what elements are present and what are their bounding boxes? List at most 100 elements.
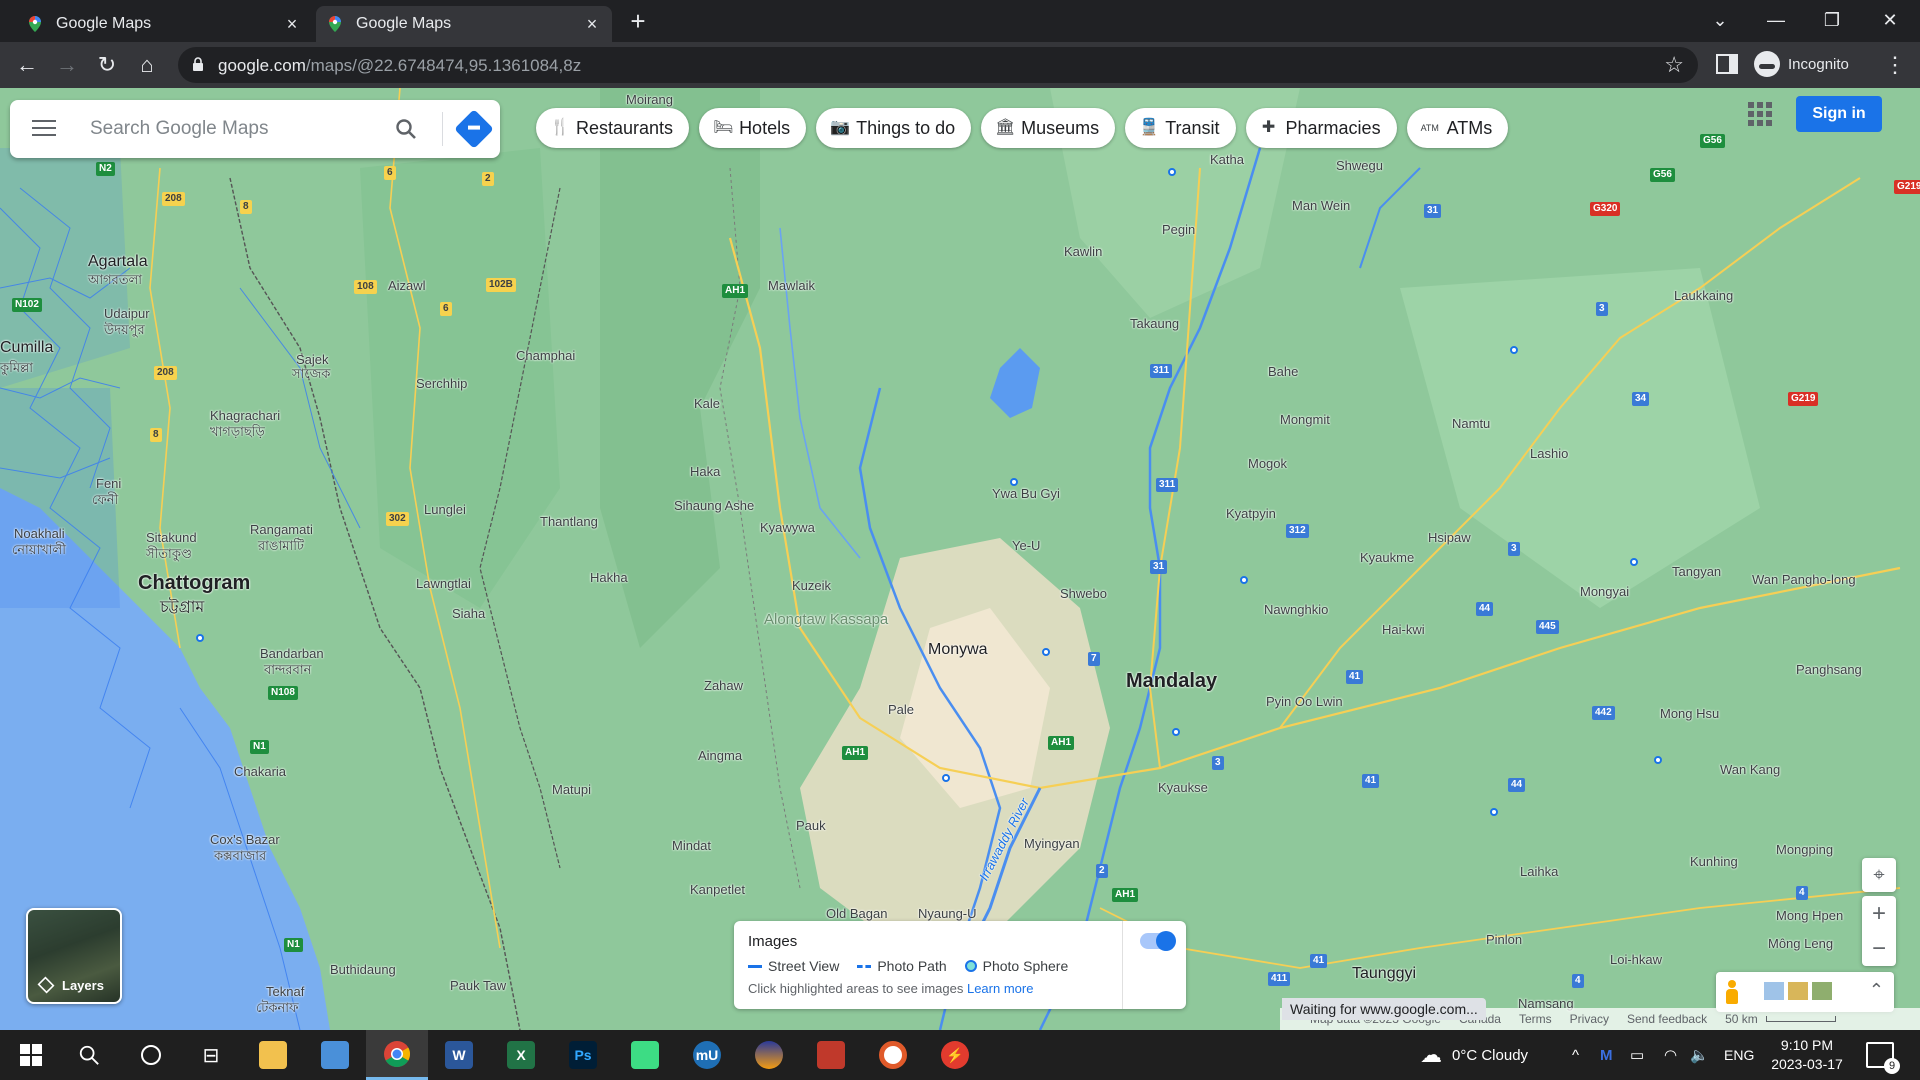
thumbnail[interactable] [1812, 982, 1832, 1000]
close-tab-icon[interactable]: × [582, 14, 602, 34]
place-label[interactable]: চট্টগ্রাম [160, 600, 204, 616]
app-tray-icon[interactable]: M [1600, 1030, 1613, 1080]
excel-taskbar-icon[interactable]: X [490, 1030, 552, 1080]
back-arrow-icon[interactable]: ← [12, 50, 42, 80]
close-tab-icon[interactable]: × [282, 14, 302, 34]
input-language[interactable]: ENG [1724, 1030, 1754, 1080]
incognito-profile[interactable]: Incognito [1754, 48, 1849, 80]
place-label[interactable]: নোয়াখালী [12, 542, 66, 557]
learn-more-link[interactable]: Learn more [967, 981, 1033, 996]
photo-sphere-marker[interactable] [1172, 728, 1180, 736]
layers-button[interactable]: Layers [26, 908, 122, 1004]
thumbnail[interactable] [1788, 982, 1808, 1000]
place-label[interactable]: Kawlin [1064, 244, 1102, 259]
map-canvas[interactable]: Agartala আগরতলা Udaipur উদয়পুর Cumilla … [0, 88, 1920, 1030]
app-mu-taskbar-icon[interactable]: mU [676, 1030, 738, 1080]
place-label[interactable]: রাঙামাটি [258, 538, 304, 553]
browser-tab[interactable]: Google Maps × [16, 6, 312, 42]
clock[interactable]: 9:10 PM 2023-03-17 [1752, 1036, 1862, 1074]
place-label[interactable]: Namtu [1452, 416, 1490, 431]
volume-icon[interactable]: 🔈 [1690, 1030, 1709, 1080]
place-label[interactable]: Mong Hpen [1776, 908, 1843, 923]
place-label[interactable]: Kunhing [1690, 854, 1738, 869]
place-label[interactable]: খাগড়াছড়ি [210, 424, 265, 439]
place-label[interactable]: Kale [694, 396, 720, 411]
search-input[interactable] [90, 114, 370, 144]
place-label[interactable]: Kyatpyin [1226, 506, 1276, 521]
new-tab-button[interactable]: + [624, 8, 652, 36]
my-location-button[interactable]: ⌖ [1862, 858, 1896, 892]
place-label[interactable]: Loi-hkaw [1610, 952, 1662, 967]
photo-sphere-marker[interactable] [1010, 478, 1018, 486]
place-label[interactable]: Aizawl [388, 278, 426, 293]
place-label[interactable]: Bahe [1268, 364, 1298, 379]
place-label[interactable]: Laihka [1520, 864, 1558, 879]
place-label[interactable]: Taunggyi [1352, 966, 1416, 982]
place-label[interactable]: সাজেক [292, 366, 330, 381]
place-label[interactable]: Siaha [452, 606, 485, 621]
chip-things-to-do[interactable]: 📷 Things to do [816, 108, 972, 148]
chip-pharmacies[interactable]: ✚ Pharmacies [1245, 108, 1397, 148]
place-label[interactable]: Khagrachari [210, 408, 280, 423]
expand-chevron-icon[interactable]: ⌃ [1869, 980, 1884, 1001]
chip-atms[interactable]: ATM ATMs [1406, 108, 1509, 148]
place-label[interactable]: Moirang [626, 92, 673, 107]
address-bar[interactable]: google.com/maps/@22.6748474,95.1361084,8… [178, 47, 1698, 83]
place-label[interactable]: Pyin Oo Lwin [1266, 694, 1343, 709]
chrome-taskbar-icon[interactable] [366, 1030, 428, 1080]
photo-sphere-marker[interactable] [942, 774, 950, 782]
start-button[interactable] [0, 1030, 62, 1080]
restore-button[interactable]: ❐ [1804, 0, 1860, 40]
place-label[interactable]: Hakha [590, 570, 628, 585]
place-label[interactable]: Pegin [1162, 222, 1195, 237]
tab-search-chevron-icon[interactable]: ⌄ [1692, 0, 1748, 40]
place-label[interactable]: Teknaf [266, 984, 304, 999]
place-label[interactable]: কুমিল্লা [0, 360, 33, 375]
place-label[interactable]: Haka [690, 464, 720, 479]
place-label[interactable]: Ye-U [1012, 538, 1040, 553]
weather-widget[interactable]: ☁ 0°C Cloudy [1420, 1030, 1528, 1080]
place-label[interactable]: Kanpetlet [690, 882, 745, 897]
google-apps-icon[interactable] [1748, 102, 1772, 126]
place-label[interactable]: Monywa [928, 642, 988, 658]
place-label[interactable]: Pale [888, 702, 914, 717]
place-label[interactable]: Laukkaing [1674, 288, 1733, 303]
side-panel-icon[interactable] [1716, 54, 1738, 74]
close-window-button[interactable]: ✕ [1862, 0, 1918, 40]
zoom-out-button[interactable]: − [1862, 931, 1896, 966]
app-sunrise-taskbar-icon[interactable] [738, 1030, 800, 1080]
place-label[interactable]: Old Bagan [826, 906, 887, 921]
photo-sphere-marker[interactable] [1168, 168, 1176, 176]
photo-sphere-marker[interactable] [196, 634, 204, 642]
place-label[interactable]: Tangyan [1672, 564, 1721, 579]
place-label[interactable]: Hai-kwi [1382, 622, 1425, 637]
place-label[interactable]: Lunglei [424, 502, 466, 517]
place-label[interactable]: Mindat [672, 838, 711, 853]
photo-sphere-marker[interactable] [1654, 756, 1662, 764]
place-label[interactable]: Pauk [796, 818, 826, 833]
cortana-button[interactable] [120, 1030, 182, 1080]
place-label[interactable]: Mongping [1776, 842, 1833, 857]
place-label[interactable]: Thantlang [540, 514, 598, 529]
search-icon[interactable] [394, 117, 418, 141]
place-label[interactable]: Mong Hsu [1660, 706, 1719, 721]
place-label[interactable]: টেকনাফ [256, 1000, 298, 1015]
place-label[interactable]: Aingma [698, 748, 742, 763]
place-label[interactable]: Sitakund [146, 530, 197, 545]
show-hidden-icons-chevron[interactable]: ^ [1572, 1030, 1579, 1080]
place-label-major[interactable]: Mandalay [1126, 671, 1217, 691]
place-label[interactable]: Chakaria [234, 764, 286, 779]
place-label[interactable]: Buthidaung [330, 962, 396, 977]
search-taskbar-button[interactable] [58, 1030, 120, 1080]
place-label[interactable]: Mongmit [1280, 412, 1330, 427]
photo-sphere-marker[interactable] [1240, 576, 1248, 584]
flash-app-taskbar-icon[interactable]: ⚡ [924, 1030, 986, 1080]
place-label[interactable]: Sajek [296, 352, 329, 367]
place-label[interactable]: Matupi [552, 782, 591, 797]
place-label[interactable]: Pinlon [1486, 932, 1522, 947]
photoshop-taskbar-icon[interactable]: Ps [552, 1030, 614, 1080]
photo-sphere-marker[interactable] [1630, 558, 1638, 566]
place-label[interactable]: Champhai [516, 348, 575, 363]
reload-icon[interactable]: ↻ [92, 50, 122, 80]
place-label[interactable]: Bandarban [260, 646, 324, 661]
